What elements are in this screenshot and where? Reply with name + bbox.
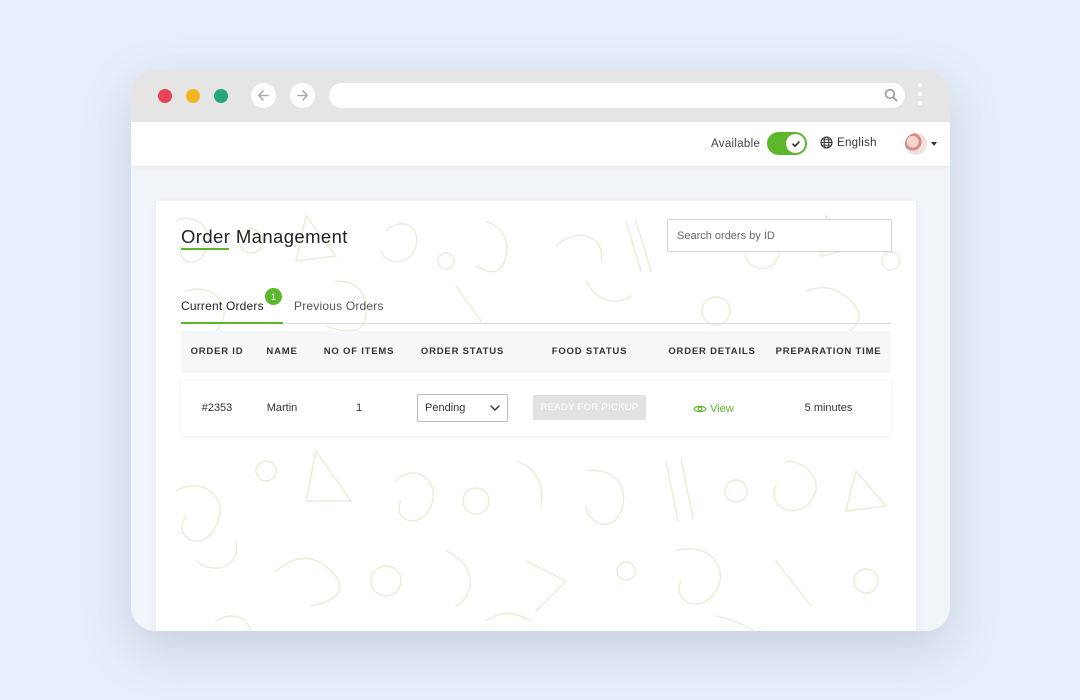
maximize-window-button[interactable]: [214, 89, 228, 103]
items-cell: 1: [355, 402, 363, 414]
current-orders-badge: 1: [264, 287, 283, 306]
chevron-down-icon: [490, 405, 500, 411]
avatar: [905, 133, 927, 155]
column-header-items: NO OF ITEMS: [323, 346, 395, 357]
arrow-left-icon: [258, 90, 269, 101]
tabs-divider: [181, 323, 891, 324]
availability-toggle[interactable]: [767, 132, 807, 155]
app-header: Available English: [131, 122, 950, 166]
search-orders-input[interactable]: [667, 219, 892, 252]
column-header-name: NAME: [266, 346, 298, 357]
browser-menu-icon[interactable]: [918, 83, 922, 109]
language-label: English: [837, 136, 877, 149]
availability-label: Available: [711, 138, 761, 150]
check-icon: [786, 134, 805, 153]
ready-for-pickup-button[interactable]: READY FOR PICKUP: [533, 395, 646, 420]
active-tab-indicator: [181, 322, 283, 324]
close-window-button[interactable]: [158, 89, 172, 103]
column-header-order-status: ORDER STATUS: [420, 346, 505, 357]
title-underline: [181, 248, 229, 250]
order-id-cell: #2353: [201, 402, 233, 414]
arrow-right-icon: [297, 90, 308, 101]
column-header-order-id: ORDER ID: [190, 346, 244, 357]
browser-window: Available English Order Management Searc…: [131, 70, 950, 631]
tab-previous-orders[interactable]: Previous Orders: [294, 299, 384, 313]
browser-toolbar: [131, 70, 950, 122]
globe-icon: [820, 136, 833, 149]
profile-menu[interactable]: [905, 133, 937, 155]
order-status-value: Pending: [425, 402, 466, 414]
minimize-window-button[interactable]: [186, 89, 200, 103]
eye-icon: [693, 405, 707, 412]
order-status-select[interactable]: Pending: [417, 394, 508, 422]
table-row: #2353 Martin 1 Pending READY FOR PICKUP …: [181, 381, 891, 436]
column-header-food-status: FOOD STATUS: [551, 346, 628, 357]
page-title: Order Management: [181, 226, 348, 247]
tab-current-orders[interactable]: Current Orders: [181, 299, 264, 313]
prep-time-cell: 5 minutes: [804, 402, 853, 414]
forward-button[interactable]: [290, 83, 315, 108]
address-bar[interactable]: [329, 83, 905, 108]
table-header: ORDER ID NAME NO OF ITEMS ORDER STATUS F…: [181, 331, 891, 373]
back-button[interactable]: [251, 83, 276, 108]
view-label: View: [710, 402, 734, 415]
column-header-order-details: ORDER DETAILS: [668, 346, 756, 357]
view-order-link[interactable]: View: [693, 381, 734, 436]
order-management-panel: Order Management Current Orders 1 Previo…: [156, 201, 916, 631]
name-cell: Martin: [266, 402, 298, 414]
search-icon: [884, 88, 898, 102]
caret-down-icon: [931, 142, 937, 146]
column-header-prep-time: PREPARATION TIME: [775, 346, 882, 357]
language-selector[interactable]: English: [820, 136, 877, 149]
